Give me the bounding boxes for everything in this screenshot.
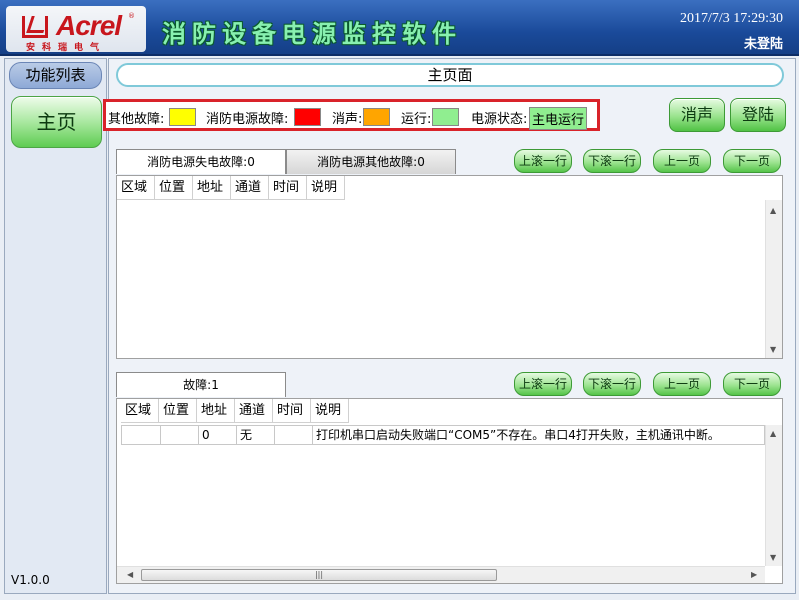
tab-fault[interactable]: 故障:1 [116,372,286,397]
legend-mute-label: 消声: [332,112,363,127]
legend-running-swatch [432,108,459,126]
bottom-table-horizontal-scrollbar[interactable]: ◀ ||| ▶ [117,566,765,583]
scroll-down-arrow-icon[interactable]: ▼ [770,553,776,562]
page-title: 主页面 [116,63,784,87]
tab-power-loss-fault[interactable]: 消防电源失电故障:0 [116,149,286,174]
bottom-scroll-down-button[interactable]: 下滚一行 [583,372,641,396]
login-button[interactable]: 登陆 [730,98,786,132]
table-header: 区域 位置 地址 通道 时间 说明 [121,399,349,423]
top-fault-table: 区域 位置 地址 通道 时间 说明 ▲ ▼ [116,175,783,359]
top-next-page-button[interactable]: 下一页 [723,149,781,173]
table-header: 区域 位置 地址 通道 时间 说明 [117,176,345,200]
legend-mute-swatch [363,108,390,126]
scroll-down-arrow-icon[interactable]: ▼ [770,345,776,354]
legend-power-fault-swatch [294,108,321,126]
horizontal-scroll-thumb[interactable]: ||| [141,569,497,581]
scroll-up-arrow-icon[interactable]: ▲ [770,429,776,438]
status-legend: 其他故障: 消防电源故障: 消声: 运行: 电源状态: 主电运行 [103,99,600,131]
sidebar: 功能列表 主页 V1.0.0 [4,58,107,594]
bottom-next-page-button[interactable]: 下一页 [723,372,781,396]
power-state-label: 电源状态: [471,112,528,127]
logo-subtitle: 安科瑞电气 [26,43,107,53]
function-list-header: 功能列表 [9,62,102,89]
company-logo: Acrel ® 安科瑞电气 [6,6,146,53]
top-scroll-down-button[interactable]: 下滚一行 [583,149,641,173]
title-bar: Acrel ® 安科瑞电气 消防设备电源监控软件 2017/7/3 17:29:… [0,0,799,56]
top-scroll-up-button[interactable]: 上滚一行 [514,149,572,173]
legend-other-fault-label: 其他故障: [108,112,165,127]
legend-power-fault-label: 消防电源故障: [206,112,289,127]
bottom-scroll-up-button[interactable]: 上滚一行 [514,372,572,396]
main-panel: 主页面 其他故障: 消防电源故障: 消声: 运行: 电源状态: 主电运行 消声 … [103,58,796,594]
legend-running-label: 运行: [401,112,432,127]
app-title: 消防设备电源监控软件 [162,20,462,48]
top-table-vertical-scrollbar[interactable]: ▲ ▼ [765,200,782,358]
bottom-prev-page-button[interactable]: 上一页 [653,372,711,396]
bottom-fault-table: 区域 位置 地址 通道 时间 说明 0 无 打印机串口启动失败端口“COM5”不… [116,398,783,584]
bottom-table-vertical-scrollbar[interactable]: ▲ ▼ [765,425,782,566]
scroll-left-arrow-icon[interactable]: ◀ [127,570,133,579]
table-row[interactable]: 0 无 打印机串口启动失败端口“COM5”不存在。串口4打开失败，主机通讯中断。 [121,425,765,445]
datetime: 2017/7/3 17:29:30 [679,11,783,26]
logo-text: Acrel [56,10,122,41]
legend-other-fault-swatch [169,108,196,126]
top-prev-page-button[interactable]: 上一页 [653,149,711,173]
mute-button[interactable]: 消声 [669,98,725,132]
logo-mark-icon [22,16,48,38]
scroll-right-arrow-icon[interactable]: ▶ [751,570,757,579]
login-status: 未登陆 [743,37,783,52]
home-button[interactable]: 主页 [11,96,102,148]
scroll-up-arrow-icon[interactable]: ▲ [770,206,776,215]
version-label: V1.0.0 [11,573,50,587]
tab-power-other-fault[interactable]: 消防电源其他故障:0 [286,149,456,174]
power-state-value: 主电运行 [529,107,588,130]
